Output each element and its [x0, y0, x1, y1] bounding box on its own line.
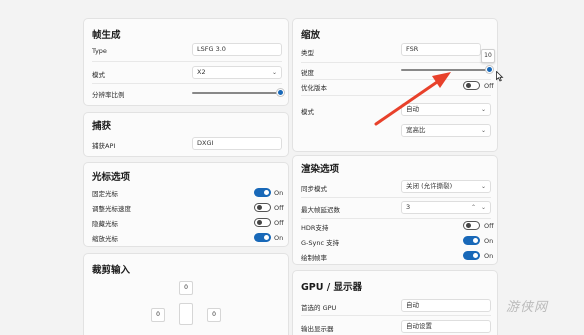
watermark: 游侠网: [506, 300, 549, 315]
annotation-arrow: [374, 72, 451, 126]
